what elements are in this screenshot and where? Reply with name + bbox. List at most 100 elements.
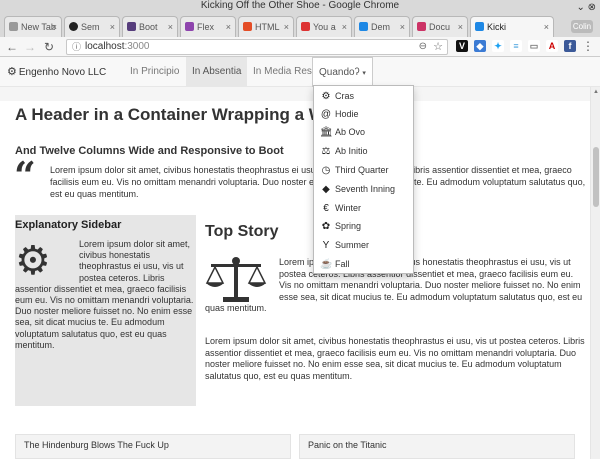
tab-you-a[interactable]: You a × — [296, 16, 352, 37]
brand-label: Engenho Novo LLC — [18, 67, 107, 78]
nav-in-absentia[interactable]: In Absentia — [186, 57, 248, 87]
gears-icon: ⚙ — [15, 239, 51, 283]
angle-icon — [359, 22, 368, 31]
dropdown-label: Quandoʔ — [319, 67, 360, 78]
menu-icon[interactable]: ⋮ — [582, 39, 594, 53]
tab-label: Docu — [429, 22, 451, 32]
github-icon — [69, 22, 78, 31]
top-story-title: Top Story — [205, 223, 279, 240]
tab-docu[interactable]: Docu × — [412, 16, 468, 37]
page-gap — [0, 87, 590, 101]
dropdown-item-cras[interactable]: ⚙ Cras — [314, 87, 413, 105]
tab-close-icon[interactable]: × — [400, 17, 405, 37]
tab-label: You a — [313, 22, 336, 32]
tab-close-icon[interactable]: × — [110, 17, 115, 37]
dropdown-item-label: Spring — [335, 221, 362, 231]
tab-close-icon[interactable]: × — [52, 17, 57, 37]
tab-label: Flex — [197, 22, 215, 32]
dropdown-item-label: Winter — [335, 203, 362, 213]
close-window-icon[interactable]: ⊗ — [588, 2, 596, 13]
facebook-icon[interactable]: f — [564, 40, 576, 52]
tab-close-icon[interactable]: × — [226, 17, 231, 37]
zoom-icon[interactable]: ⊖ — [419, 40, 427, 54]
extension-lastpass-icon[interactable]: ◆ — [474, 40, 486, 52]
browser-toolbar: ← → ↻ ⓘ localhost:3000 ⊖ ☆ V ◆ ✦ ≡ ▭ A f… — [0, 37, 600, 57]
flex-icon — [185, 22, 194, 31]
dropdown-item-summer[interactable]: Y Summer — [314, 236, 413, 254]
page-title: A Header in a Container Wrapping a Wr — [15, 105, 332, 124]
minimize-icon[interactable]: ⌄ — [576, 2, 584, 13]
window-title: Kicking Off the Other Shoe - Google Chro… — [0, 0, 600, 12]
scroll-up-icon[interactable]: ▲ — [593, 89, 599, 95]
dropdown-item-label: Cras — [335, 91, 355, 101]
bookmark-star-icon[interactable]: ☆ — [433, 40, 443, 54]
nav-quando-dropdown[interactable]: Quandoʔ ▾ — [312, 57, 373, 88]
tab-close-icon[interactable]: × — [342, 17, 347, 37]
tab-boot[interactable]: Boot × — [122, 16, 178, 37]
extension-adobe-icon[interactable]: A — [546, 40, 558, 52]
extension-lines-icon[interactable]: ≡ — [510, 40, 522, 52]
tab-close-icon[interactable]: × — [458, 17, 463, 37]
dropdown-item-winter[interactable]: € Winter — [314, 199, 413, 217]
glass-icon: Y — [322, 240, 330, 251]
docs-icon — [417, 22, 426, 31]
site-navbar: ⚙ Engenho Novo LLC In Principio In Absent… — [0, 57, 600, 88]
page-scrollbar[interactable]: ▲ — [590, 87, 600, 459]
html-icon — [243, 22, 252, 31]
page-subheader: And Twelve Columns Wide and Responsive t… — [15, 145, 284, 157]
extension-vimium-icon[interactable]: V — [456, 40, 468, 52]
dropdown-item-ab-ovo[interactable]: 🏛 Ab Ovo — [314, 123, 413, 141]
bootstrap-icon — [127, 22, 136, 31]
explanatory-sidebar: Explanatory Sidebar ⚙ Lorem ipsum dolor … — [15, 215, 196, 406]
tab-flex[interactable]: Flex × — [180, 16, 236, 37]
story-paragraph-2: Lorem ipsum dolor sit amet, civibus hone… — [205, 336, 585, 381]
dropdown-item-third-quarter[interactable]: ◷ Third Quarter — [314, 161, 413, 179]
dropdown-item-ab-initio[interactable]: ⚖ Ab Initio — [314, 142, 413, 160]
brand[interactable]: ⚙ Engenho Novo LLC — [7, 57, 106, 87]
twitter-icon[interactable]: ✦ — [492, 40, 504, 52]
dropdown-item-label: Seventh Inning — [335, 184, 396, 194]
window-controls: ⌄ ⊗ — [576, 2, 596, 13]
dropdown-item-spring[interactable]: ✿ Spring — [314, 217, 413, 235]
dropdown-item-label: Third Quarter — [335, 165, 389, 175]
gears-icon: ⚙ — [321, 91, 331, 102]
back-icon[interactable]: ← — [6, 39, 18, 55]
tab-sem[interactable]: Sem × — [64, 16, 120, 37]
balance-scale-icon — [205, 257, 279, 303]
forward-icon[interactable]: → — [24, 39, 36, 55]
tab-favicon-icon — [9, 22, 18, 31]
nav-in-principio[interactable]: In Principio — [124, 57, 185, 87]
reload-icon[interactable]: ↻ — [44, 39, 54, 55]
tab-close-icon[interactable]: × — [544, 17, 549, 37]
clock-icon: ◷ — [321, 165, 331, 176]
dropdown-item-label: Fall — [335, 259, 350, 269]
tab-new-tab[interactable]: New Tab × — [4, 16, 62, 37]
quando-dropdown-menu: ⚙ Cras @ Hodie 🏛 Ab Ovo ⚖ Ab Initio ◷ Third Q… — [313, 85, 414, 274]
gears-icon: ⚙ — [7, 66, 17, 78]
balance-icon: ⚖ — [321, 146, 331, 157]
angle-icon — [475, 22, 484, 31]
leaf-icon: ✿ — [321, 221, 331, 232]
nav-in-media-res[interactable]: In Media Res — [247, 57, 318, 87]
tab-dem[interactable]: Dem × — [354, 16, 410, 37]
scroll-thumb[interactable] — [593, 147, 599, 207]
address-bar[interactable]: ⓘ localhost:3000 ⊖ ☆ — [66, 39, 448, 55]
tab-label: Dem — [371, 22, 391, 32]
bank-icon: 🏛 — [320, 127, 333, 138]
profile-button[interactable]: Colin — [571, 20, 593, 33]
dropdown-item-fall[interactable]: ☕ Fall — [314, 255, 413, 273]
euro-icon: € — [323, 203, 329, 214]
dropdown-item-hodie[interactable]: @ Hodie — [314, 105, 413, 123]
tab-close-icon[interactable]: × — [284, 17, 289, 37]
dropdown-item-seventh-inning[interactable]: ◆ Seventh Inning — [314, 180, 413, 198]
tab-html[interactable]: HTML × — [238, 16, 294, 37]
at-icon: @ — [320, 109, 332, 120]
caret-down-icon: ▾ — [362, 70, 366, 77]
info-icon[interactable]: ⓘ — [72, 40, 81, 54]
cube-icon: ◆ — [322, 184, 330, 195]
dropdown-item-label: Ab Ovo — [335, 127, 366, 137]
dropdown-item-label: Hodie — [335, 109, 359, 119]
extension-gray-icon[interactable]: ▭ — [528, 40, 540, 52]
tab-close-icon[interactable]: × — [168, 17, 173, 37]
tab-kicki[interactable]: Kicki × — [470, 16, 554, 37]
